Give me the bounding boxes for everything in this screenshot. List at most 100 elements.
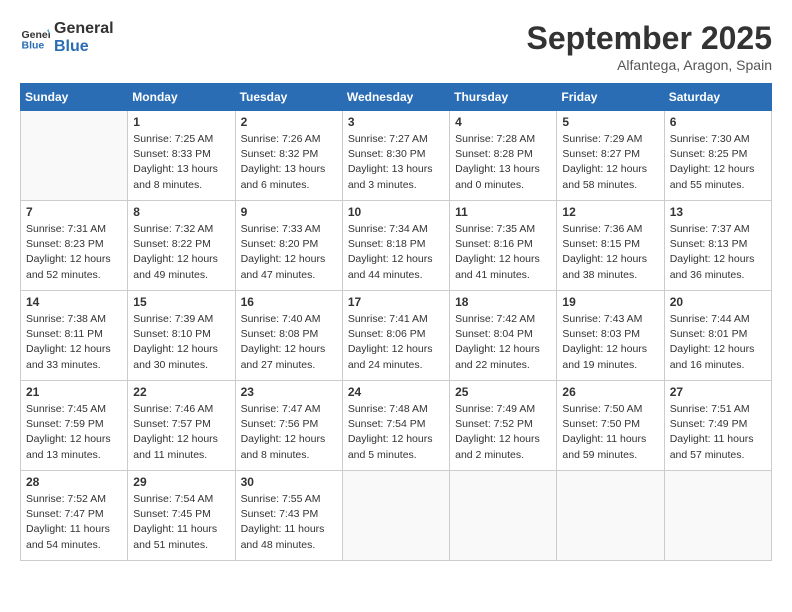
calendar-day: 20 Sunrise: 7:44 AM Sunset: 8:01 PM Dayli… (664, 291, 771, 381)
calendar-day: 21 Sunrise: 7:45 AM Sunset: 7:59 PM Dayli… (21, 381, 128, 471)
calendar-week: 7Sunrise: 7:31 AM Sunset: 8:23 PM Daylig… (21, 201, 772, 291)
day-number: 13 (670, 205, 766, 219)
weekday-header: Monday (128, 84, 235, 111)
weekday-header: Sunday (21, 84, 128, 111)
calendar-day: 7Sunrise: 7:31 AM Sunset: 8:23 PM Daylig… (21, 201, 128, 291)
calendar-day (557, 471, 664, 561)
calendar-day: 6Sunrise: 7:30 AM Sunset: 8:25 PM Daylig… (664, 111, 771, 201)
calendar-day: 14 Sunrise: 7:38 AM Sunset: 8:11 PM Dayli… (21, 291, 128, 381)
calendar-day (450, 471, 557, 561)
day-info: Sunrise: 7:32 AM Sunset: 8:22 PM Dayligh… (133, 222, 229, 283)
day-info: Sunrise: 7:41 AM Sunset: 8:06 PM Dayligh… (348, 312, 444, 373)
day-number: 16 (241, 295, 337, 309)
calendar-day: 1 Sunrise: 7:25 AM Sunset: 8:33 PM Daylig… (128, 111, 235, 201)
day-info: Sunrise: 7:30 AM Sunset: 8:25 PM Dayligh… (670, 132, 766, 193)
day-info: Sunrise: 7:36 AM Sunset: 8:15 PM Dayligh… (562, 222, 658, 283)
day-number: 30 (241, 475, 337, 489)
calendar-header: SundayMondayTuesdayWednesdayThursdayFrid… (21, 84, 772, 111)
title-block: September 2025 Alfantega, Aragon, Spain (527, 20, 772, 73)
day-info: Sunrise: 7:54 AM Sunset: 7:45 PM Dayligh… (133, 492, 229, 553)
day-number: 29 (133, 475, 229, 489)
day-number: 14 (26, 295, 122, 309)
day-number: 9 (241, 205, 337, 219)
page-header: General Blue General Blue September 2025… (20, 20, 772, 73)
day-number: 18 (455, 295, 551, 309)
day-info: Sunrise: 7:33 AM Sunset: 8:20 PM Dayligh… (241, 222, 337, 283)
day-info: Sunrise: 7:49 AM Sunset: 7:52 PM Dayligh… (455, 402, 551, 463)
day-number: 3 (348, 115, 444, 129)
day-info: Sunrise: 7:50 AM Sunset: 7:50 PM Dayligh… (562, 402, 658, 463)
calendar-day: 25 Sunrise: 7:49 AM Sunset: 7:52 PM Dayli… (450, 381, 557, 471)
calendar-day: 8 Sunrise: 7:32 AM Sunset: 8:22 PM Daylig… (128, 201, 235, 291)
day-info: Sunrise: 7:38 AM Sunset: 8:11 PM Dayligh… (26, 312, 122, 373)
day-number: 17 (348, 295, 444, 309)
calendar-day: 17 Sunrise: 7:41 AM Sunset: 8:06 PM Dayli… (342, 291, 449, 381)
day-info: Sunrise: 7:37 AM Sunset: 8:13 PM Dayligh… (670, 222, 766, 283)
day-number: 8 (133, 205, 229, 219)
day-info: Sunrise: 7:44 AM Sunset: 8:01 PM Dayligh… (670, 312, 766, 373)
day-number: 20 (670, 295, 766, 309)
calendar-day: 5Sunrise: 7:29 AM Sunset: 8:27 PM Daylig… (557, 111, 664, 201)
calendar-day: 16 Sunrise: 7:40 AM Sunset: 8:08 PM Dayli… (235, 291, 342, 381)
day-number: 15 (133, 295, 229, 309)
calendar-table: SundayMondayTuesdayWednesdayThursdayFrid… (20, 83, 772, 561)
weekday-header: Tuesday (235, 84, 342, 111)
logo: General Blue General Blue (20, 20, 114, 55)
day-info: Sunrise: 7:40 AM Sunset: 8:08 PM Dayligh… (241, 312, 337, 373)
day-info: Sunrise: 7:55 AM Sunset: 7:43 PM Dayligh… (241, 492, 337, 553)
day-number: 28 (26, 475, 122, 489)
calendar-day: 4Sunrise: 7:28 AM Sunset: 8:28 PM Daylig… (450, 111, 557, 201)
calendar-day: 28 Sunrise: 7:52 AM Sunset: 7:47 PM Dayli… (21, 471, 128, 561)
day-info: Sunrise: 7:39 AM Sunset: 8:10 PM Dayligh… (133, 312, 229, 373)
day-number: 1 (133, 115, 229, 129)
day-info: Sunrise: 7:51 AM Sunset: 7:49 PM Dayligh… (670, 402, 766, 463)
day-number: 27 (670, 385, 766, 399)
day-number: 22 (133, 385, 229, 399)
logo-general: General (54, 20, 114, 38)
day-info: Sunrise: 7:45 AM Sunset: 7:59 PM Dayligh… (26, 402, 122, 463)
day-number: 19 (562, 295, 658, 309)
day-number: 26 (562, 385, 658, 399)
day-info: Sunrise: 7:46 AM Sunset: 7:57 PM Dayligh… (133, 402, 229, 463)
day-info: Sunrise: 7:52 AM Sunset: 7:47 PM Dayligh… (26, 492, 122, 553)
calendar-body: 1 Sunrise: 7:25 AM Sunset: 8:33 PM Daylig… (21, 111, 772, 561)
logo-icon: General Blue (20, 23, 50, 53)
calendar-day (342, 471, 449, 561)
day-info: Sunrise: 7:31 AM Sunset: 8:23 PM Dayligh… (26, 222, 122, 283)
location: Alfantega, Aragon, Spain (527, 57, 772, 73)
calendar-week: 21 Sunrise: 7:45 AM Sunset: 7:59 PM Dayli… (21, 381, 772, 471)
day-info: Sunrise: 7:27 AM Sunset: 8:30 PM Dayligh… (348, 132, 444, 193)
day-info: Sunrise: 7:29 AM Sunset: 8:27 PM Dayligh… (562, 132, 658, 193)
day-number: 11 (455, 205, 551, 219)
calendar-day: 19Sunrise: 7:43 AM Sunset: 8:03 PM Dayli… (557, 291, 664, 381)
day-number: 25 (455, 385, 551, 399)
calendar-week: 14 Sunrise: 7:38 AM Sunset: 8:11 PM Dayli… (21, 291, 772, 381)
calendar-day: 30 Sunrise: 7:55 AM Sunset: 7:43 PM Dayli… (235, 471, 342, 561)
calendar-day: 22 Sunrise: 7:46 AM Sunset: 7:57 PM Dayli… (128, 381, 235, 471)
calendar-day: 9 Sunrise: 7:33 AM Sunset: 8:20 PM Daylig… (235, 201, 342, 291)
calendar-day: 15 Sunrise: 7:39 AM Sunset: 8:10 PM Dayli… (128, 291, 235, 381)
day-info: Sunrise: 7:25 AM Sunset: 8:33 PM Dayligh… (133, 132, 229, 193)
calendar-day (664, 471, 771, 561)
calendar-day: 2Sunrise: 7:26 AM Sunset: 8:32 PM Daylig… (235, 111, 342, 201)
calendar-day: 10Sunrise: 7:34 AM Sunset: 8:18 PM Dayli… (342, 201, 449, 291)
calendar-day: 24 Sunrise: 7:48 AM Sunset: 7:54 PM Dayli… (342, 381, 449, 471)
day-info: Sunrise: 7:42 AM Sunset: 8:04 PM Dayligh… (455, 312, 551, 373)
day-number: 24 (348, 385, 444, 399)
month-title: September 2025 (527, 20, 772, 57)
day-number: 2 (241, 115, 337, 129)
weekday-header: Wednesday (342, 84, 449, 111)
day-info: Sunrise: 7:48 AM Sunset: 7:54 PM Dayligh… (348, 402, 444, 463)
calendar-day: 27 Sunrise: 7:51 AM Sunset: 7:49 PM Dayli… (664, 381, 771, 471)
calendar-day: 11Sunrise: 7:35 AM Sunset: 8:16 PM Dayli… (450, 201, 557, 291)
calendar-day: 12 Sunrise: 7:36 AM Sunset: 8:15 PM Dayli… (557, 201, 664, 291)
logo-blue: Blue (54, 38, 114, 56)
day-number: 23 (241, 385, 337, 399)
day-number: 4 (455, 115, 551, 129)
day-number: 21 (26, 385, 122, 399)
calendar-day: 3 Sunrise: 7:27 AM Sunset: 8:30 PM Daylig… (342, 111, 449, 201)
calendar-week: 28 Sunrise: 7:52 AM Sunset: 7:47 PM Dayli… (21, 471, 772, 561)
day-number: 12 (562, 205, 658, 219)
day-info: Sunrise: 7:47 AM Sunset: 7:56 PM Dayligh… (241, 402, 337, 463)
weekday-header: Saturday (664, 84, 771, 111)
